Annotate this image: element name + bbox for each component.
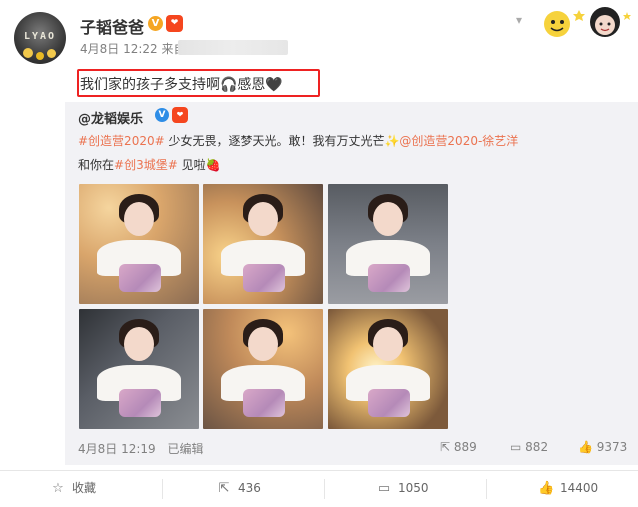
action-separator bbox=[162, 479, 163, 499]
repost-edited-label: 已编辑 bbox=[167, 442, 204, 456]
repost-date[interactable]: 4月8日 bbox=[78, 442, 117, 456]
repost-comment-count: 882 bbox=[525, 440, 549, 454]
photo-content bbox=[248, 327, 278, 361]
photo-content bbox=[373, 202, 403, 236]
avatar-decoration bbox=[23, 48, 33, 58]
photo-thumbnail[interactable] bbox=[328, 309, 448, 429]
photo-thumbnail[interactable] bbox=[79, 309, 199, 429]
share-icon: ⇱ bbox=[218, 481, 230, 496]
photo-content bbox=[368, 389, 410, 417]
photo-content bbox=[243, 264, 285, 292]
share-icon: ⇱ bbox=[440, 440, 451, 454]
repost-timestamp: 4月8日 12:19 已编辑 bbox=[78, 440, 204, 457]
favorite-button[interactable]: ☆ 收藏 bbox=[50, 471, 96, 507]
repost-text-line-1: #创造营2020# 少女无畏，逐梦天光。敢！我有万丈光芒✨@创造营2020-徐艺… bbox=[78, 132, 518, 149]
action-separator bbox=[486, 479, 487, 499]
repost-text-line-2: 和你在#创3城堡# 见啦🍓 bbox=[78, 156, 221, 173]
like-button[interactable]: 👍 14400 bbox=[538, 471, 598, 507]
blurred-source bbox=[178, 40, 288, 55]
star-icon: ☆ bbox=[52, 481, 64, 496]
repost-share-stat[interactable]: ⇱ 889 bbox=[440, 440, 477, 454]
comment-count: 1050 bbox=[398, 481, 429, 495]
chevron-down-icon[interactable]: ▾ bbox=[516, 13, 522, 27]
photo-content bbox=[119, 389, 161, 417]
repost-comment-stat[interactable]: ▭ 882 bbox=[510, 440, 548, 454]
photo-content bbox=[119, 264, 161, 292]
hashtag-link[interactable]: #创造营2020# bbox=[78, 134, 165, 148]
hashtag-link[interactable]: #创3城堡# bbox=[114, 158, 178, 172]
post-date[interactable]: 4月8日 bbox=[80, 42, 119, 56]
share-count: 436 bbox=[238, 481, 261, 495]
verified-badge-icon: V bbox=[148, 16, 163, 31]
mention-link[interactable]: @创造营2020-徐艺洋 bbox=[399, 134, 518, 148]
action-separator bbox=[324, 479, 325, 499]
repost-text: 和你在 bbox=[78, 158, 115, 172]
repost-share-count: 889 bbox=[453, 440, 477, 454]
photo-thumbnail[interactable] bbox=[203, 184, 323, 304]
repost-like-count: 9373 bbox=[596, 440, 628, 454]
repost-author[interactable]: @龙韬娱乐 bbox=[78, 108, 143, 127]
photo-thumbnail[interactable] bbox=[328, 184, 448, 304]
repost-text: 少女无畏，逐梦天光。敢！我有万丈光芒✨ bbox=[164, 134, 400, 148]
photo-thumbnail[interactable] bbox=[203, 309, 323, 429]
username[interactable]: 子韬爸爸 bbox=[80, 14, 144, 38]
photo-content bbox=[368, 264, 410, 292]
favorite-label: 收藏 bbox=[72, 481, 97, 495]
repost-like-stat[interactable]: 👍 9373 bbox=[578, 440, 627, 454]
photo-content bbox=[248, 202, 278, 236]
status-highlight-box bbox=[77, 69, 320, 97]
photo-content bbox=[124, 202, 154, 236]
action-bar: ☆ 收藏 ⇱ 436 ▭ 1050 👍 14400 bbox=[0, 471, 638, 507]
avatar[interactable]: LYAO bbox=[14, 12, 66, 64]
decorative-banner bbox=[544, 7, 631, 37]
post-meta: 4月8日 12:22 来自 bbox=[80, 40, 186, 57]
verified-badge-icon: V bbox=[155, 108, 169, 122]
photo-content bbox=[124, 327, 154, 361]
photo-content bbox=[243, 389, 285, 417]
repost-text: 见啦🍓 bbox=[177, 158, 221, 172]
photo-content bbox=[373, 327, 403, 361]
avatar-decoration bbox=[47, 49, 56, 58]
share-button[interactable]: ⇱ 436 bbox=[216, 471, 261, 507]
thumbs-up-icon: 👍 bbox=[578, 440, 593, 454]
repost-card[interactable]: @龙韬娱乐 V ❤ #创造营2020# 少女无畏，逐梦天光。敢！我有万丈光芒✨@… bbox=[65, 102, 638, 465]
avatar-decoration bbox=[36, 52, 44, 60]
member-badge-icon: ❤ bbox=[172, 107, 188, 123]
thumbs-up-icon: 👍 bbox=[538, 481, 555, 496]
post-time[interactable]: 12:22 bbox=[123, 42, 158, 56]
photo-thumbnail[interactable] bbox=[79, 184, 199, 304]
avatar-text: LYAO bbox=[23, 31, 57, 42]
member-badge-icon: ❤ bbox=[166, 15, 183, 32]
repost-time[interactable]: 12:19 bbox=[121, 442, 156, 456]
comment-button[interactable]: ▭ 1050 bbox=[376, 471, 429, 507]
comment-icon: ▭ bbox=[377, 481, 391, 496]
comment-icon: ▭ bbox=[510, 440, 522, 454]
like-count: 14400 bbox=[560, 481, 599, 495]
